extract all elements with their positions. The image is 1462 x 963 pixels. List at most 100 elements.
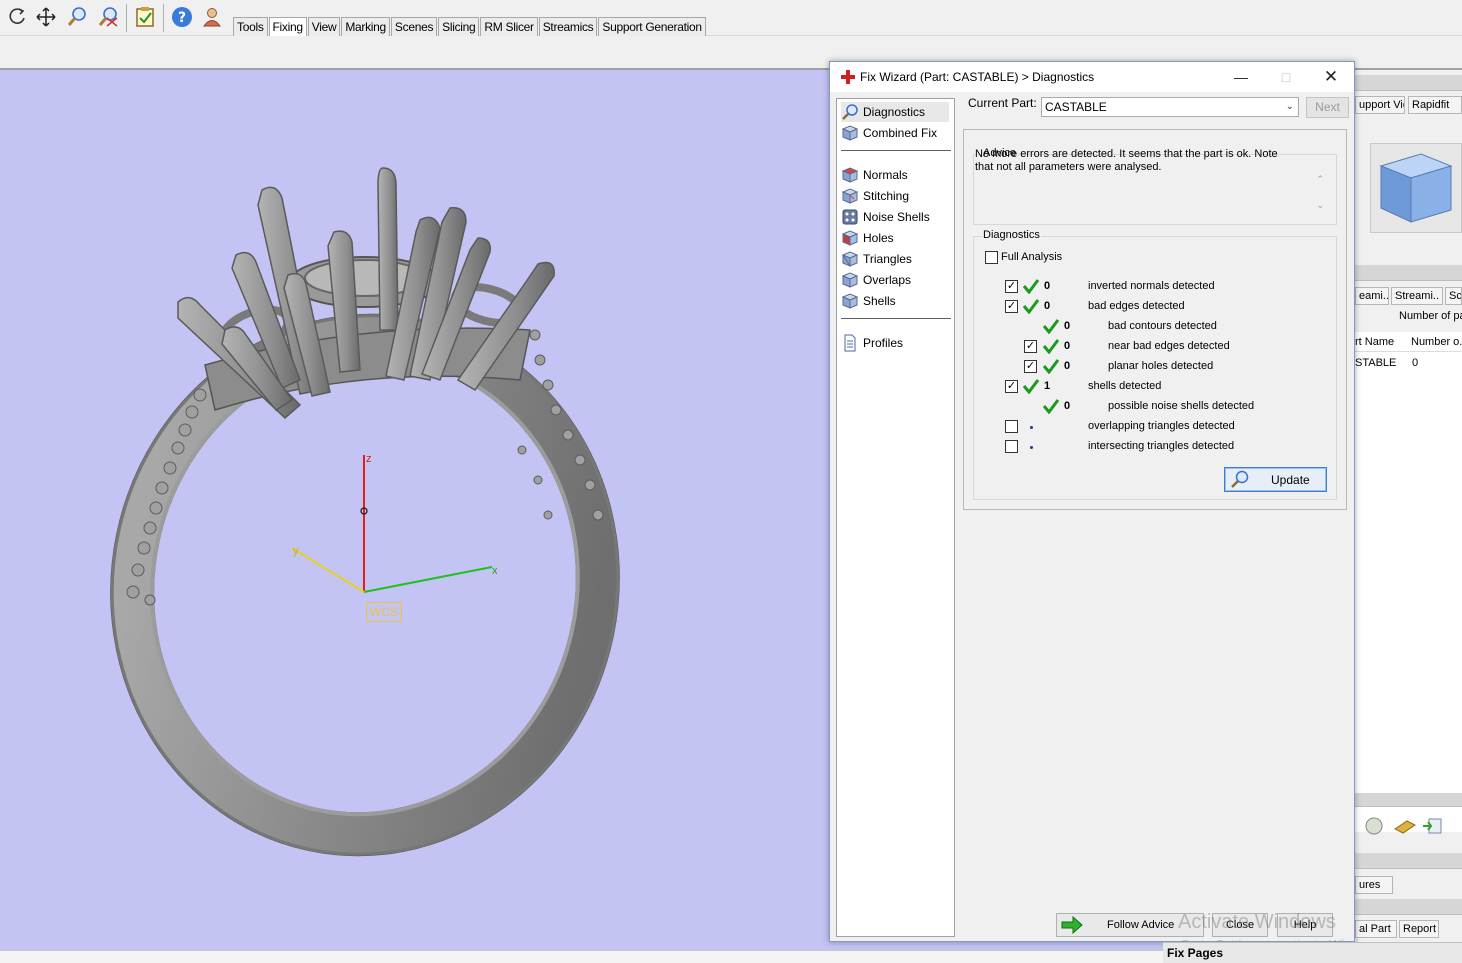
- nav-stitching[interactable]: Stitching: [841, 186, 949, 206]
- triangles-cube-icon: [841, 251, 859, 267]
- full-analysis-checkbox[interactable]: [985, 251, 998, 264]
- next-button[interactable]: Next: [1306, 97, 1349, 118]
- part-name-cell: STABLE: [1355, 357, 1397, 369]
- nav-overlaps[interactable]: Overlaps: [841, 270, 949, 290]
- near-bad-edges-checkbox[interactable]: ✓: [1024, 340, 1037, 353]
- tab-rm-slicer[interactable]: RM Slicer: [480, 17, 538, 36]
- close-window-button[interactable]: ✕: [1316, 67, 1346, 87]
- bad-contours-count: 0: [1064, 320, 1071, 332]
- bad-edges-checkbox[interactable]: ✓: [1005, 300, 1018, 313]
- nav-label: Triangles: [863, 252, 912, 266]
- maximize-button[interactable]: □: [1271, 67, 1301, 87]
- magnifier-icon: [1231, 470, 1249, 488]
- help-icon[interactable]: ?: [170, 5, 194, 29]
- zoom-icon[interactable]: [65, 5, 89, 29]
- pan-icon[interactable]: [34, 5, 58, 29]
- nav-noise-shells[interactable]: Noise Shells: [841, 207, 949, 227]
- rotate-icon[interactable]: [5, 5, 29, 29]
- wcs-label: WCS: [366, 602, 402, 622]
- check-ok-icon: [1022, 379, 1040, 394]
- zoom-fit-icon[interactable]: [96, 5, 120, 29]
- nav-label: Diagnostics: [863, 105, 926, 119]
- nav-holes[interactable]: Holes: [841, 228, 949, 248]
- z-axis-label: z: [366, 453, 372, 465]
- holes-cube-icon: [841, 230, 859, 246]
- cube-icon: [1379, 153, 1453, 223]
- inverted-normals-label: inverted normals detected: [1088, 280, 1215, 292]
- y-axis-label: y: [293, 545, 299, 557]
- tab-local-part[interactable]: al Part: [1355, 920, 1397, 938]
- nav-triangles[interactable]: Triangles: [841, 249, 949, 269]
- tab-slicing[interactable]: Slicing: [438, 17, 480, 36]
- diagnostics-panel: Advice No more errors are detected. It s…: [963, 129, 1347, 510]
- checklist-icon[interactable]: [133, 5, 157, 29]
- check-ok-icon: [1022, 279, 1040, 294]
- number-header: Number of pa: [1399, 310, 1462, 322]
- shells-checkbox[interactable]: ✓: [1005, 380, 1018, 393]
- scrollbar[interactable]: [1355, 793, 1462, 807]
- nav-profiles[interactable]: Profiles: [841, 333, 949, 353]
- dock-header: [1355, 75, 1462, 91]
- chevron-down-icon: ⌄: [1285, 101, 1294, 112]
- tab-features[interactable]: ures: [1355, 876, 1393, 894]
- tab-streamics[interactable]: Streamics: [538, 17, 598, 36]
- main-toolbar: ? Tools Fixing View Marking Scenes Slici…: [0, 0, 1462, 37]
- dialog-titlebar[interactable]: Fix Wizard (Part: CASTABLE) > Diagnostic…: [830, 62, 1354, 92]
- tab-scenes[interactable]: Scenes: [390, 17, 438, 36]
- scroll-up-icon[interactable]: ⌃: [1316, 174, 1324, 185]
- nav-diagnostics[interactable]: Diagnostics: [841, 102, 949, 122]
- dice-icon: [842, 209, 858, 225]
- nav-shells[interactable]: Shells: [841, 291, 949, 311]
- current-part-value: CASTABLE: [1045, 100, 1107, 114]
- update-button[interactable]: Update: [1224, 467, 1327, 492]
- view-cube[interactable]: [1370, 143, 1462, 233]
- fix-wizard-dialog: Fix Wizard (Part: CASTABLE) > Diagnostic…: [829, 61, 1355, 942]
- table-row[interactable]: STABLE 0: [1355, 354, 1462, 372]
- status-dot-icon: [1030, 446, 1033, 449]
- user-icon[interactable]: [200, 5, 224, 29]
- fix-pages-list: Diagnostics Combined Fix Normals Stitchi…: [836, 98, 955, 937]
- col-number[interactable]: Number o..: [1411, 336, 1462, 348]
- noise-shells-label: possible noise shells detected: [1108, 400, 1255, 412]
- svg-text:?: ?: [178, 10, 186, 26]
- current-part-select[interactable]: CASTABLE ⌄: [1041, 97, 1299, 117]
- toolbar-separator: [163, 4, 164, 32]
- arrow-right-icon: [1061, 916, 1083, 934]
- tab-view[interactable]: View: [307, 17, 341, 36]
- parts-icon[interactable]: [1363, 815, 1385, 837]
- normals-cube-icon: [841, 167, 859, 183]
- current-part-label: Current Part:: [968, 96, 1037, 110]
- tab-fixing[interactable]: Fixing: [268, 17, 307, 37]
- parts-table: STABLE 0: [1355, 352, 1462, 832]
- tab-sc[interactable]: Sc: [1445, 287, 1462, 305]
- toolbar-separator: [126, 4, 127, 32]
- bad-contours-label: bad contours detected: [1108, 320, 1217, 332]
- overlaps-cube-icon: [841, 272, 859, 288]
- nav-normals[interactable]: Normals: [841, 165, 949, 185]
- nav-label: Overlaps: [863, 273, 912, 287]
- tab-report[interactable]: Report: [1399, 920, 1439, 938]
- overlapping-triangles-checkbox[interactable]: [1005, 420, 1018, 433]
- tab-support-generation[interactable]: Support Generation: [598, 17, 706, 36]
- fix-pages-tab[interactable]: Fix Pages: [1163, 942, 1462, 963]
- rapidfit-button[interactable]: Rapidfit: [1408, 96, 1462, 114]
- minimize-button[interactable]: —: [1226, 67, 1256, 87]
- magnifier-icon: [842, 104, 858, 120]
- tab-tools[interactable]: Tools: [233, 17, 268, 36]
- inverted-normals-checkbox[interactable]: ✓: [1005, 280, 1018, 293]
- support-view-button[interactable]: upport View: [1355, 96, 1405, 114]
- plane-icon[interactable]: [1393, 815, 1417, 837]
- tab-marking[interactable]: Marking: [341, 17, 390, 36]
- full-analysis-label: Full Analysis: [1001, 251, 1063, 263]
- document-icon: [844, 334, 856, 352]
- intersecting-triangles-checkbox[interactable]: [1005, 440, 1018, 453]
- tab-streamics-2[interactable]: Streami..: [1391, 287, 1443, 305]
- bad-edges-count: 0: [1044, 300, 1051, 312]
- scroll-down-icon[interactable]: ⌄: [1316, 200, 1324, 211]
- tab-streamics-1[interactable]: eami..: [1355, 287, 1389, 305]
- add-part-icon[interactable]: [1421, 815, 1445, 837]
- part-number-cell: 0: [1412, 357, 1419, 369]
- col-part-name[interactable]: rt Name: [1355, 336, 1394, 348]
- planar-holes-checkbox[interactable]: ✓: [1024, 360, 1037, 373]
- nav-combined-fix[interactable]: Combined Fix: [841, 123, 949, 143]
